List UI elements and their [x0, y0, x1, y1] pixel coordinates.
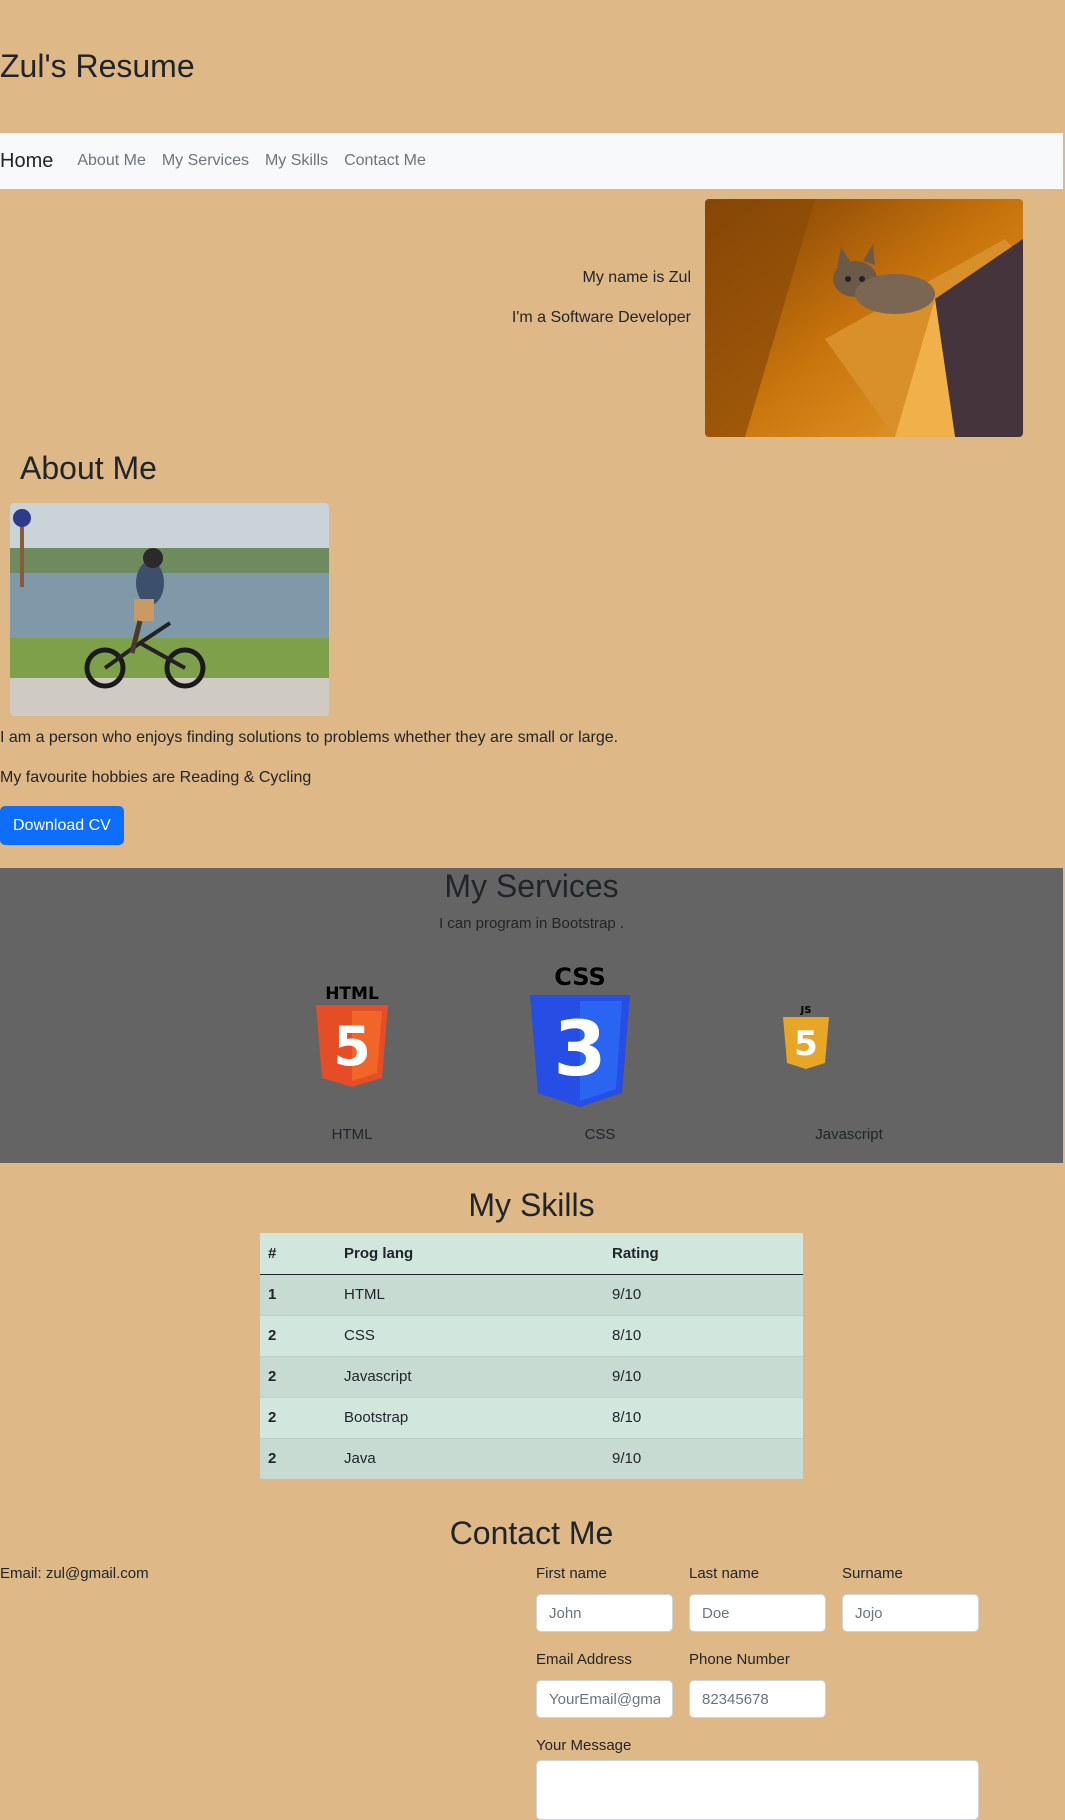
cycling-photo	[10, 503, 329, 716]
css3-icon-text: CSS	[554, 963, 606, 991]
js-icon-glyph: 5	[794, 1024, 818, 1064]
column-header-number: #	[260, 1233, 336, 1275]
html5-icon-text: HTML	[325, 984, 379, 1004]
js-icon: JS 5	[783, 1005, 829, 1069]
table-row: 2 CSS 8/10	[260, 1314, 803, 1356]
row-language: Bootstrap	[336, 1396, 604, 1438]
row-number: 2	[260, 1396, 336, 1438]
contact-email-text: Email: zul@gmail.com	[0, 1565, 149, 1582]
table-row: 2 Java 9/10	[260, 1437, 803, 1479]
email-address-input[interactable]	[536, 1680, 673, 1718]
page: Zul's Resume Home About Me My Services M…	[0, 0, 1063, 1820]
hero-role-line: I'm a Software Developer	[511, 309, 691, 326]
nav-link-contact[interactable]: Contact Me	[344, 152, 426, 170]
row-language: Javascript	[336, 1355, 604, 1397]
row-number: 2	[260, 1355, 336, 1397]
html5-icon: HTML 5	[316, 984, 388, 1087]
row-language: Java	[336, 1437, 604, 1479]
css3-icon: CSS 3	[530, 963, 630, 1107]
row-language: CSS	[336, 1314, 604, 1356]
service-label-css: CSS	[584, 1126, 616, 1143]
column-header-rating: Rating	[604, 1233, 803, 1275]
email-address-label: Email Address	[536, 1651, 632, 1668]
hero-name-line: My name is Zul	[582, 269, 691, 286]
row-rating: 9/10	[604, 1273, 803, 1315]
last-name-label: Last name	[689, 1565, 760, 1582]
nav-link-services[interactable]: My Services	[162, 152, 249, 170]
last-name-input[interactable]	[689, 1594, 826, 1632]
hero-text: My name is Zul I'm a Software Developer	[512, 269, 691, 349]
services-subtitle: I can program in Bootstrap .	[438, 915, 625, 932]
nav-home-link[interactable]: Home	[0, 150, 53, 173]
navbar: Home About Me My Services My Skills Cont…	[0, 133, 1063, 189]
html5-icon-glyph: 5	[333, 1015, 371, 1078]
row-rating: 9/10	[604, 1355, 803, 1397]
message-textarea[interactable]	[536, 1760, 979, 1820]
contact-title: Contact Me	[449, 1515, 614, 1551]
service-label-javascript: Javascript	[815, 1126, 883, 1143]
row-number: 2	[260, 1437, 336, 1479]
about-paragraph-1: I am a person who enjoys finding solutio…	[0, 729, 619, 746]
nav-link-skills[interactable]: My Skills	[265, 152, 328, 170]
row-number: 1	[260, 1273, 336, 1315]
css3-icon-glyph: 3	[554, 1004, 607, 1093]
about-title: About Me	[20, 450, 157, 486]
table-row: 2 Bootstrap 8/10	[260, 1396, 803, 1438]
hero-section: My name is Zul I'm a Software Developer	[0, 189, 1063, 445]
js-icon-text: JS	[800, 1005, 812, 1016]
row-number: 2	[260, 1314, 336, 1356]
row-rating: 9/10	[604, 1437, 803, 1479]
table-row: 2 Javascript 9/10	[260, 1355, 803, 1397]
surname-label: Surname	[842, 1565, 903, 1582]
services-title: My Services	[444, 868, 619, 904]
surname-input[interactable]	[842, 1594, 979, 1632]
table-row: 1 HTML 9/10	[260, 1273, 803, 1315]
services-section: My Services I can program in Bootstrap .…	[0, 868, 1063, 1163]
first-name-label: First name	[536, 1565, 607, 1582]
cat-on-shelf-image	[705, 199, 1023, 437]
skills-table: # Prog lang Rating 1 HTML 9/10 2 CSS 8/1…	[260, 1233, 803, 1479]
service-label-html: HTML	[331, 1126, 373, 1143]
column-header-language: Prog lang	[336, 1233, 604, 1275]
phone-number-input[interactable]	[689, 1680, 826, 1718]
row-rating: 8/10	[604, 1314, 803, 1356]
first-name-input[interactable]	[536, 1594, 673, 1632]
nav-link-about[interactable]: About Me	[77, 152, 145, 170]
skills-title: My Skills	[468, 1187, 595, 1223]
row-language: HTML	[336, 1273, 604, 1315]
about-paragraph-2: My favourite hobbies are Reading & Cycli…	[0, 769, 312, 786]
cat-photo	[705, 199, 1023, 437]
table-header-row: # Prog lang Rating	[260, 1233, 803, 1275]
row-rating: 8/10	[604, 1396, 803, 1438]
person-cycling-image	[10, 503, 329, 716]
site-header: Zul's Resume	[0, 0, 1063, 133]
phone-number-label: Phone Number	[689, 1651, 790, 1668]
message-label: Your Message	[536, 1737, 632, 1754]
download-cv-button[interactable]: Download CV	[0, 806, 124, 845]
site-title: Zul's Resume	[0, 48, 195, 84]
